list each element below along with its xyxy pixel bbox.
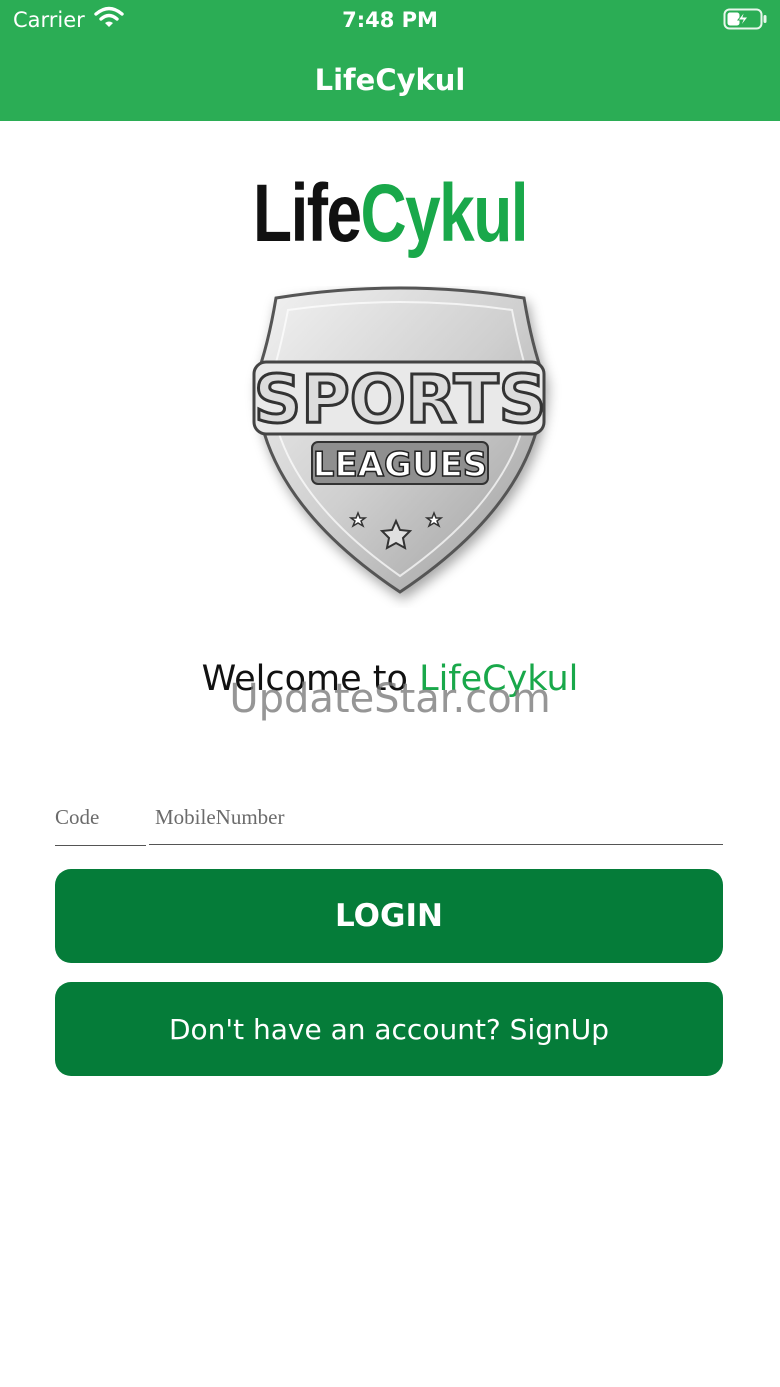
lifecykul-logo: LifeCykul [86, 164, 694, 264]
logo-life-text: Life [253, 168, 362, 259]
watermark: UpdateStar.com [229, 676, 551, 722]
logo-cykul-text: Cykul [360, 168, 529, 259]
top-bar: Carrier 7:48 PM LifeCykul [0, 0, 780, 121]
country-code-field[interactable] [55, 790, 146, 846]
battery-charging-icon [723, 8, 767, 30]
login-button[interactable]: LOGIN [55, 869, 723, 963]
badge-leagues-text: LEAGUES [313, 445, 487, 485]
badge-sports-text: SPORTS [254, 361, 546, 438]
signup-button[interactable]: Don't have an account? SignUp [55, 982, 723, 1076]
status-time: 7:48 PM [342, 8, 438, 32]
mobile-number-field[interactable] [149, 790, 723, 845]
nav-title: LifeCykul [314, 63, 466, 97]
sports-leagues-badge: SPORTS LEAGUES [252, 286, 548, 594]
